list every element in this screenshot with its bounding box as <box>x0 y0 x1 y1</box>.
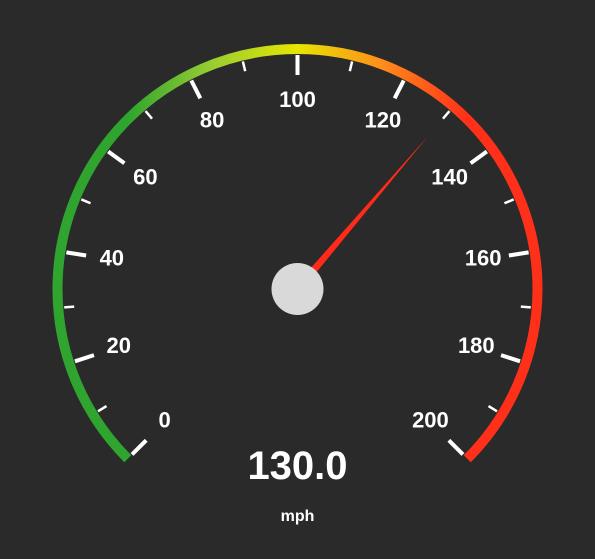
tick-label: 0 <box>158 408 170 433</box>
tick-label: 120 <box>364 107 401 132</box>
minor-tick <box>98 406 107 411</box>
major-tick <box>108 151 124 163</box>
major-tick <box>66 252 86 255</box>
tick-label: 180 <box>458 333 495 358</box>
minor-tick <box>243 61 245 71</box>
gauge-needle <box>294 135 428 291</box>
tick-label: 40 <box>100 245 124 270</box>
major-tick <box>509 252 529 255</box>
gauge-tick-labels: 0 20 40 60 80 100 120 140 160 180 200 <box>100 87 502 433</box>
minor-tick <box>488 406 497 411</box>
minor-tick <box>350 61 352 71</box>
tick-label: 140 <box>431 164 468 189</box>
tick-label: 100 <box>279 87 316 112</box>
tick-label: 200 <box>412 408 449 433</box>
major-tick <box>75 355 94 361</box>
minor-tick <box>521 307 531 308</box>
major-tick <box>449 440 463 454</box>
major-tick <box>132 440 146 454</box>
gauge-hub <box>272 263 324 315</box>
tick-label: 160 <box>465 245 502 270</box>
tick-label: 60 <box>133 164 157 189</box>
minor-tick <box>146 111 152 119</box>
speedometer-gauge: 0 20 40 60 80 100 120 140 160 180 200 130.0 mph <box>0 0 595 559</box>
major-tick <box>395 81 404 99</box>
minor-tick <box>81 199 90 203</box>
gauge-svg: 0 20 40 60 80 100 120 140 160 180 200 130.0 mph <box>0 0 595 559</box>
tick-label: 80 <box>200 107 224 132</box>
tick-label: 20 <box>106 333 130 358</box>
major-tick <box>471 151 487 163</box>
major-tick <box>191 81 200 99</box>
gauge-unit: mph <box>281 508 315 525</box>
major-tick <box>501 355 520 361</box>
needle <box>294 135 428 291</box>
minor-tick <box>64 307 74 308</box>
minor-tick <box>504 199 513 203</box>
gauge-value: 130.0 <box>247 444 347 488</box>
minor-tick <box>443 111 449 119</box>
